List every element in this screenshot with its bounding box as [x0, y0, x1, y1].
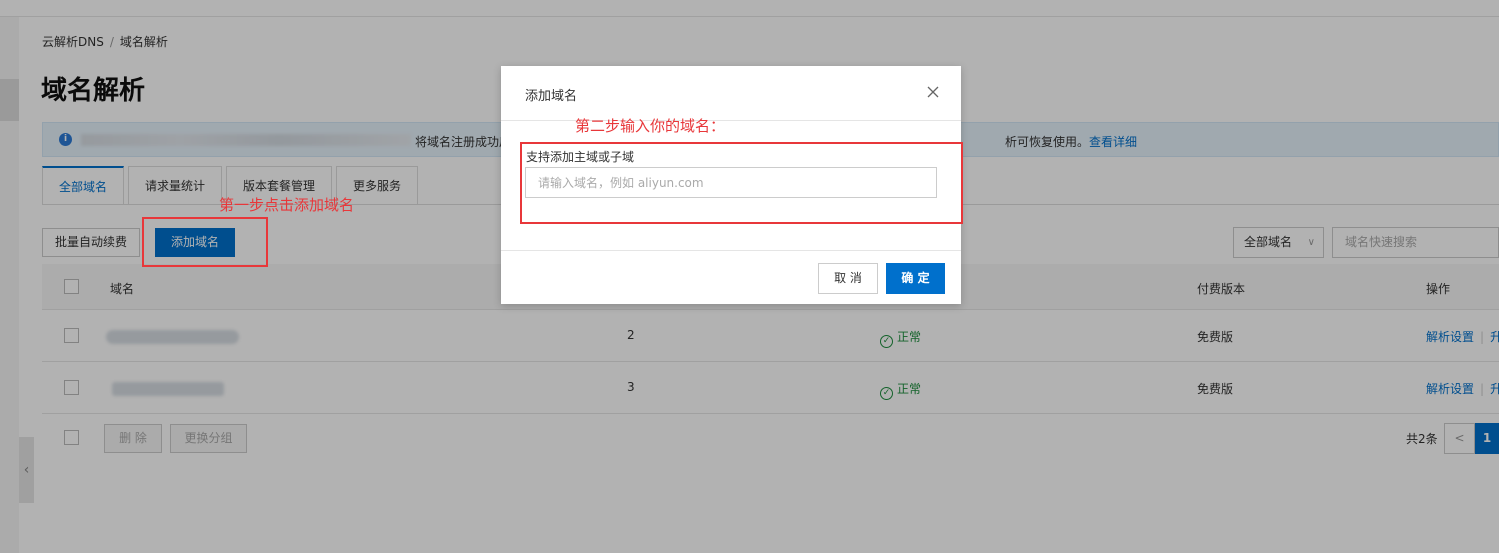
annotation-box-step1	[142, 217, 268, 267]
annotation-box-step2	[520, 142, 963, 224]
confirm-button[interactable]: 确 定	[886, 263, 945, 294]
dialog-footer-divider	[501, 250, 961, 251]
dialog-title: 添加域名	[525, 89, 578, 104]
cancel-button[interactable]: 取 消	[818, 263, 878, 294]
dialog-header-divider	[501, 120, 961, 121]
annotation-step2: 第二步输入你的域名：	[575, 117, 726, 135]
close-icon[interactable]	[927, 83, 939, 102]
annotation-step1: 第一步点击添加域名	[219, 196, 355, 214]
